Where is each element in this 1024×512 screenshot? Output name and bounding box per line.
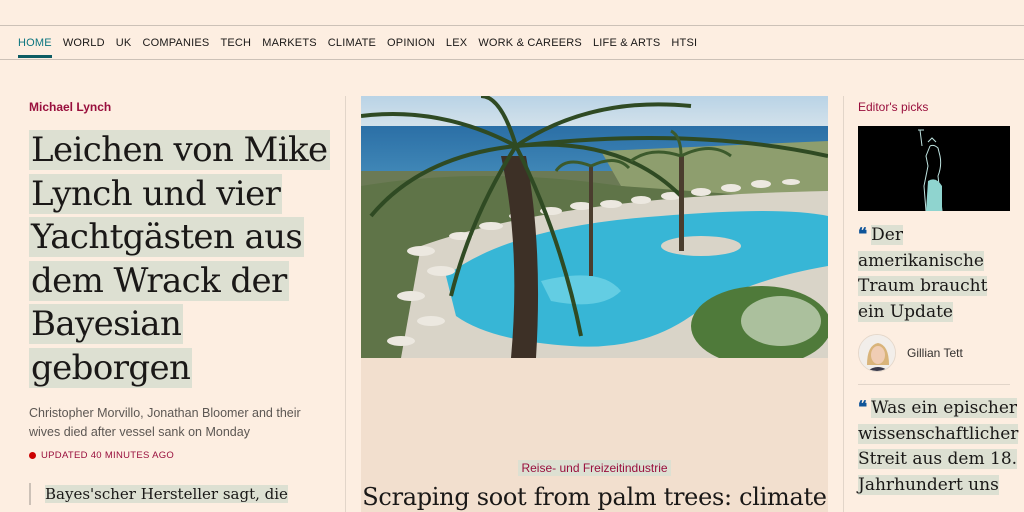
quote-icon: ❝ — [858, 398, 868, 418]
feature-kicker: Reise- und Freizeitindustrie — [361, 459, 828, 477]
nav-item-life-arts[interactable]: LIFE & ARTS — [593, 36, 660, 58]
nav-item-home[interactable]: HOME — [18, 36, 52, 58]
lead-timestamp: UPDATED 40 MINUTES AGO — [29, 450, 329, 461]
nav-item-uk[interactable]: UK — [116, 36, 132, 58]
lead-kicker[interactable]: Michael Lynch — [29, 100, 329, 114]
column-divider — [345, 96, 346, 512]
nav-item-tech[interactable]: TECH — [220, 36, 251, 58]
column-divider — [843, 96, 844, 512]
nav-item-climate[interactable]: CLIMATE — [328, 36, 376, 58]
pick-2-title[interactable]: Was ein epischer wissenschaftlicher Stre… — [858, 398, 1019, 495]
feature-title[interactable]: Scraping soot from palm trees: climate — [361, 483, 828, 511]
pick-1-author[interactable]: Gillian Tett — [858, 334, 963, 372]
nav-item-lex[interactable]: LEX — [446, 36, 467, 58]
live-dot-icon — [29, 452, 36, 459]
feature-kicker-text[interactable]: Reise- und Freizeitindustrie — [518, 460, 671, 476]
editors-picks-label: Editor's picks — [858, 100, 929, 114]
editors-picks: Editor's picks ❝ Der amerikanische Traum … — [858, 96, 1019, 495]
picks-divider — [858, 384, 1010, 385]
quote-icon: ❝ — [858, 225, 868, 245]
lead-standfirst: Christopher Morvillo, Jonathan Bloomer a… — [29, 406, 301, 439]
nav-item-markets[interactable]: MARKETS — [262, 36, 317, 58]
main-navigation: HOME WORLD UK COMPANIES TECH MARKETS CLI… — [18, 36, 697, 58]
statue-of-liberty-illustration — [858, 126, 1010, 212]
feature-image[interactable] — [361, 96, 828, 358]
timestamp-text: UPDATED 40 MINUTES AGO — [41, 450, 175, 461]
top-divider — [0, 25, 1024, 26]
nav-item-work-careers[interactable]: WORK & CAREERS — [478, 36, 582, 58]
author-portrait — [859, 335, 895, 371]
nav-divider — [0, 59, 1024, 60]
lead-headline[interactable]: Leichen von Mike Lynch und vier Yachtgäs… — [29, 129, 330, 390]
lead-headline-text[interactable]: Leichen von Mike Lynch und vier Yachtgäs… — [29, 130, 330, 388]
lead-story: Michael Lynch Leichen von Mike Lynch und… — [29, 96, 330, 461]
related-story-link[interactable]: Bayes'scher Hersteller sagt, die — [29, 483, 329, 505]
nav-item-world[interactable]: WORLD — [63, 36, 105, 58]
editors-pick-image[interactable] — [858, 126, 1010, 212]
editors-pick-1[interactable]: ❝ Der amerikanische Traum braucht ein Upd… — [858, 223, 1018, 325]
nav-item-opinion[interactable]: OPINION — [387, 36, 435, 58]
avatar — [858, 334, 896, 372]
pick-1-title[interactable]: Der amerikanische Traum braucht ein Upda… — [858, 225, 988, 322]
nav-item-companies[interactable]: COMPANIES — [142, 36, 209, 58]
author-name[interactable]: Gillian Tett — [907, 346, 963, 360]
editors-pick-2[interactable]: ❝ Was ein epischer wissenschaftlicher Str… — [858, 396, 1019, 498]
nav-item-htsi[interactable]: HTSI — [671, 36, 697, 58]
feature-card[interactable]: Reise- und Freizeitindustrie Scraping so… — [361, 358, 828, 512]
related-story-text[interactable]: Bayes'scher Hersteller sagt, die — [45, 485, 288, 503]
resort-pool-photo — [361, 96, 828, 358]
